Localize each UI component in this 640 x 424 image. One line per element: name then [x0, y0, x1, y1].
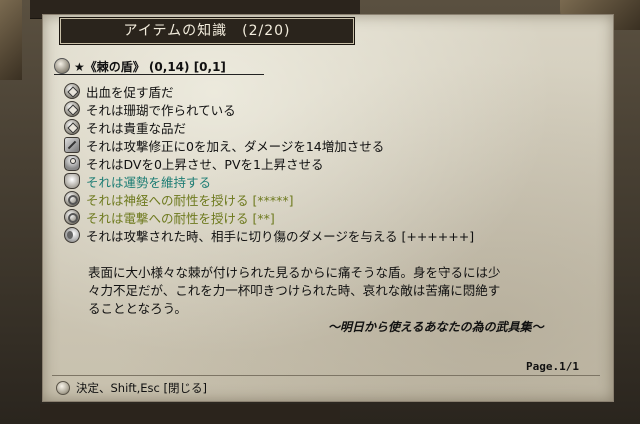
description-line: ることとなろう。 [88, 301, 187, 316]
sword-icon [64, 137, 80, 153]
background-decoration-left [0, 0, 22, 80]
gem-icon [54, 58, 70, 74]
property-text: それは貴重な品だ [86, 120, 187, 136]
swirl-icon [64, 209, 80, 225]
footer-hint: 決定、Shift,Esc [閉じる] [56, 380, 207, 396]
property-row: それは運勢を維持する [64, 172, 584, 190]
property-row: それは電撃への耐性を授ける [**] [64, 208, 584, 226]
bell-icon [64, 173, 80, 189]
property-text: それは攻撃された時、相手に切り傷のダメージを与える [++++++] [86, 228, 475, 244]
description-source: ～明日から使えるあなたの為の武具集～ [328, 320, 544, 334]
property-text: それは電撃への耐性を授ける [**] [86, 210, 275, 226]
footer-divider [52, 375, 600, 376]
moon-icon [64, 227, 80, 243]
property-text: それは攻撃修正に0を加え、ダメージを14増加させる [86, 138, 385, 154]
property-row: それは貴重な品だ [64, 118, 584, 136]
property-list: 出血を促す盾だ それは珊瑚で作られている それは貴重な品だ それは攻撃修正に0を… [64, 82, 584, 244]
property-text: それは珊瑚で作られている [86, 102, 236, 118]
page-indicator: Page.1/1 [526, 360, 579, 373]
item-name: ★《棘の盾》 (0,14) [0,1] [74, 59, 226, 74]
diamond-icon [64, 83, 80, 99]
property-row: それはDVを0上昇させ、PVを1上昇させる [64, 154, 584, 172]
item-description: 表面に大小様々な棘が付けられた見るからに痛そうな盾。身を守るには少 々力不足だが… [88, 264, 588, 318]
armor-icon [64, 155, 80, 171]
description-line: 々力不足だが、これを力一杯叩きつけられた時、哀れな敵は苦痛に悶絶す [88, 283, 501, 298]
window-title: アイテムの知識 (2/20) [60, 18, 354, 44]
swirl-icon [64, 191, 80, 207]
property-text: それはDVを0上昇させ、PVを1上昇させる [86, 156, 324, 172]
property-row: それは珊瑚で作られている [64, 100, 584, 118]
description-line: 表面に大小様々な棘が付けられた見るからに痛そうな盾。身を守るには少 [88, 265, 501, 280]
property-row: それは攻撃修正に0を加え、ダメージを14増加させる [64, 136, 584, 154]
background-status-bar [40, 404, 340, 424]
diamond-icon [64, 119, 80, 135]
hint-icon [56, 381, 70, 395]
item-header: ★《棘の盾》 (0,14) [0,1] [54, 58, 264, 75]
property-row: それは神経への耐性を授ける [*****] [64, 190, 584, 208]
diamond-icon [64, 101, 80, 117]
property-text: それは神経への耐性を授ける [*****] [86, 192, 294, 208]
property-text: 出血を促す盾だ [86, 84, 174, 100]
property-row: それは攻撃された時、相手に切り傷のダメージを与える [++++++] [64, 226, 584, 244]
property-text: それは運勢を維持する [86, 174, 212, 190]
property-row: 出血を促す盾だ [64, 82, 584, 100]
footer-hint-text[interactable]: 決定、Shift,Esc [閉じる] [76, 380, 207, 396]
